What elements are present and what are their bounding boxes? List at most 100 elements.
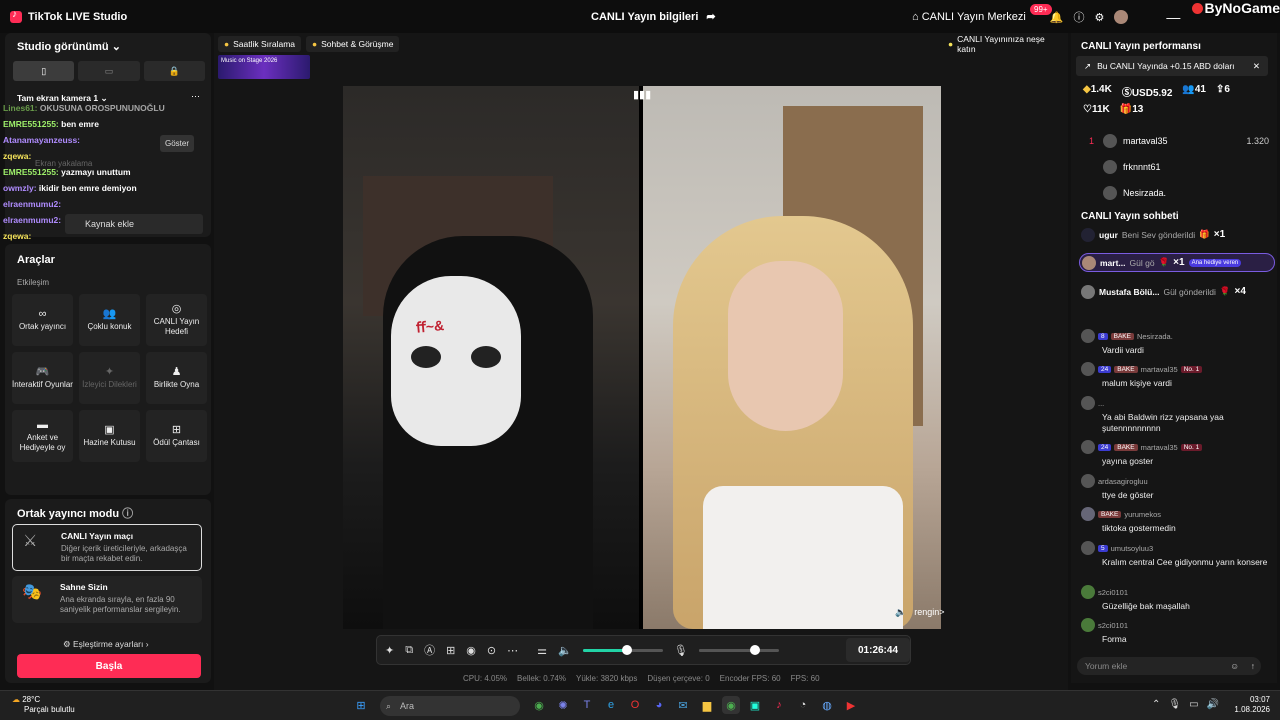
send-icon[interactable]: ↑ — [1251, 661, 1255, 671]
folder-icon[interactable]: ▆ — [698, 696, 716, 714]
audio-bars-icon: ▮▮▮ — [633, 89, 652, 101]
mail-icon[interactable]: ✉ — [674, 696, 692, 714]
discord-icon[interactable]: ◕ — [650, 696, 668, 714]
tools-title: Araçlar — [17, 254, 55, 266]
tab-landscape[interactable]: ▭ — [78, 61, 140, 81]
equalizer-icon[interactable]: ⚌ — [537, 644, 547, 657]
avatar[interactable] — [1114, 10, 1129, 24]
tab-portrait[interactable]: ▯ — [13, 61, 75, 81]
chat-call-pill[interactable]: ● Sohbet & Görüşme — [306, 36, 400, 52]
users-icon: 👥 — [102, 307, 117, 320]
card-title: CANLI Yayın maçı — [61, 531, 134, 541]
tool-label: Çoklu konuk — [87, 321, 132, 331]
effects-icon[interactable]: Ⓐ — [424, 642, 435, 658]
weather-widget[interactable]: ☁ 28°C Parçalı bulutlu — [12, 695, 75, 715]
settings-gear-icon[interactable]: ⚙ — [1095, 11, 1105, 24]
tool-reward-bag[interactable]: ⊞ Ödül Çantası — [146, 410, 207, 462]
live-video-stage: ﬀ~& ▮▮▮ 🔈 rengin> — [343, 86, 945, 629]
taskbar-search[interactable]: ⌕ Ara — [380, 696, 520, 716]
mic-fill — [698, 648, 755, 652]
steam-icon[interactable]: ◍ — [818, 696, 836, 714]
tool-label: İzleyici Dilekleri — [82, 379, 137, 389]
youtube-icon[interactable]: ▶ — [842, 696, 860, 714]
tool-poll[interactable]: ▬ Anket ve Hediyeyle oy — [12, 410, 73, 462]
chrome-icon[interactable]: ◉ — [530, 696, 548, 714]
microphone-icon[interactable]: 🎙 — [674, 644, 688, 657]
show-tooltip-button[interactable]: Göster — [160, 135, 195, 152]
add-source-button[interactable]: Kaynak ekle — [65, 214, 203, 234]
close-icon[interactable]: ✕ — [1253, 61, 1260, 72]
notification-badge: 99+ — [1030, 4, 1052, 15]
tool-treasure-box[interactable]: ▣ Hazine Kutusu — [79, 410, 140, 462]
volume-slider[interactable] — [582, 644, 663, 655]
edge-icon[interactable]: e — [602, 696, 620, 714]
display-icon[interactable]: ▭ — [1189, 699, 1198, 710]
emoji-icon[interactable]: ☺ — [1230, 661, 1239, 671]
ranking-row[interactable]: 1 martaval35 1.320 — [1089, 134, 1269, 148]
speaker-icon: 🔈 — [895, 607, 907, 617]
record-icon[interactable]: ◉ — [466, 644, 476, 657]
help-icon[interactable]: ⓘ — [1074, 9, 1085, 25]
music-stage-banner[interactable]: Music on Stage 2026 — [218, 55, 310, 79]
stat-fps: FPS: 60 — [790, 674, 820, 683]
start-button[interactable]: Başla — [17, 654, 201, 678]
tool-interactive-games[interactable]: 🎮 İnteraktif Oyunlar — [12, 352, 73, 404]
more-options-icon[interactable]: ⋯ — [191, 91, 200, 102]
live-match-card[interactable]: ⚔ CANLI Yayın maçı Diğer içerik üreticil… — [12, 524, 202, 571]
chevron-up-icon[interactable]: ⌃ — [1152, 699, 1160, 710]
github-icon[interactable]: ◔ — [794, 696, 812, 714]
hourly-ranking-pill[interactable]: ● Saatlik Sıralama — [218, 36, 302, 52]
opera-icon[interactable]: O — [626, 696, 644, 714]
diamonds-metric: ◆1.4K — [1083, 84, 1112, 95]
system-tray: ⌃ 🎙 ▭ 🔊 — [1152, 699, 1219, 710]
app-icon[interactable]: ▣ — [746, 696, 764, 714]
match-settings-link[interactable]: ⚙ Eşleştirme ayarları › — [63, 639, 149, 650]
add-source-icon[interactable]: ⊞ — [446, 644, 455, 657]
mic-slider[interactable] — [698, 644, 779, 655]
tab-locked[interactable]: 🔒 — [143, 61, 205, 81]
ranking-row[interactable]: Nesirzada. — [1089, 186, 1269, 200]
mic-knob[interactable] — [749, 644, 760, 655]
tool-live-goal[interactable]: ◎ CANLI Yayın Hedefi — [146, 294, 207, 346]
minimize-icon[interactable]: — — [1166, 9, 1180, 25]
tool-multi-guest[interactable]: 👥 Çoklu konuk — [79, 294, 140, 346]
control-bar: ✦ ⧉ Ⓐ ⊞ ◉ ⊙ ⋯ ⚌ 🔈 🎙 — [376, 635, 911, 665]
windows-taskbar: ☁ 28°C Parçalı bulutlu ⊞ ⌕ Ara ◉ ✺ T e O… — [0, 690, 1280, 720]
info-icon[interactable]: ⓘ — [122, 508, 133, 520]
stat-encoder-fps: Encoder FPS: 60 — [719, 674, 781, 683]
gift-event-highlighted: mart... Gül gö 🌹 ×1 Ana hediye veren — [1079, 253, 1275, 272]
volume-icon[interactable]: 🔈 — [558, 644, 572, 657]
speaker-tray-icon[interactable]: 🔊 — [1207, 699, 1219, 710]
overlay-chat-line: owmzly: ikidir ben emre demiyon — [3, 183, 137, 193]
clock[interactable]: 03:07 1.08.2026 — [1234, 695, 1270, 715]
notice-text: Bu CANLI Yayında +0.15 ABD doları — [1097, 61, 1235, 71]
volume-knob[interactable] — [621, 644, 632, 655]
magic-wand-icon[interactable]: ✦ — [385, 644, 394, 657]
teams-icon[interactable]: T — [578, 696, 596, 714]
live-info-button[interactable]: CANLI Yayın bilgileri ➦ — [591, 10, 716, 24]
chrome-active-icon[interactable]: ◉ — [722, 696, 740, 714]
copilot-icon[interactable]: ✺ — [554, 696, 572, 714]
more-icon[interactable]: ⋯ — [507, 644, 518, 657]
stage-yours-card[interactable]: 🎭 Sahne Sizin Ana ekranda sırayla, en fa… — [12, 576, 202, 623]
title-bar: TikTok LIVE Studio CANLI Yayın bilgileri… — [0, 0, 1280, 33]
tip-pill[interactable]: ● CANLI Yayınınıza neşe katın — [942, 34, 1068, 54]
comment-input[interactable]: Yorum ekle ☺ ↑ — [1077, 657, 1261, 675]
layout-icon[interactable]: ⧉ — [405, 644, 413, 657]
studio-view-dropdown[interactable]: Studio görünümü ⌄ — [17, 40, 121, 53]
gift-event: Mustafa Bölü... Gül gönderildi 🌹 ×4 — [1079, 282, 1275, 301]
tool-cohost[interactable]: ∞ Ortak yayıncı — [12, 294, 73, 346]
tiktok-icon[interactable]: ♪ — [770, 696, 788, 714]
weather-desc: Parçalı bulutlu — [24, 705, 75, 714]
ranking-row[interactable]: frknnnt61 — [1089, 160, 1269, 174]
pause-icon[interactable]: ⊙ — [487, 644, 496, 657]
tool-play-together[interactable]: ♟ Birlikte Oyna — [146, 352, 207, 404]
guest-name-tag[interactable]: 🔈 rengin> — [895, 607, 945, 618]
coin-icon: Ⓢ — [1121, 88, 1132, 99]
windows-start-icon[interactable]: ⊞ — [352, 696, 370, 714]
live-center-button[interactable]: ⌂ CANLI Yayın Merkezi — [912, 11, 1026, 23]
tool-label: CANLI Yayın Hedefi — [153, 316, 200, 336]
bell-icon[interactable]: 🔔 — [1050, 11, 1064, 24]
trend-icon: ↗ — [1084, 60, 1092, 71]
mic-tray-icon[interactable]: 🎙 — [1168, 699, 1181, 710]
